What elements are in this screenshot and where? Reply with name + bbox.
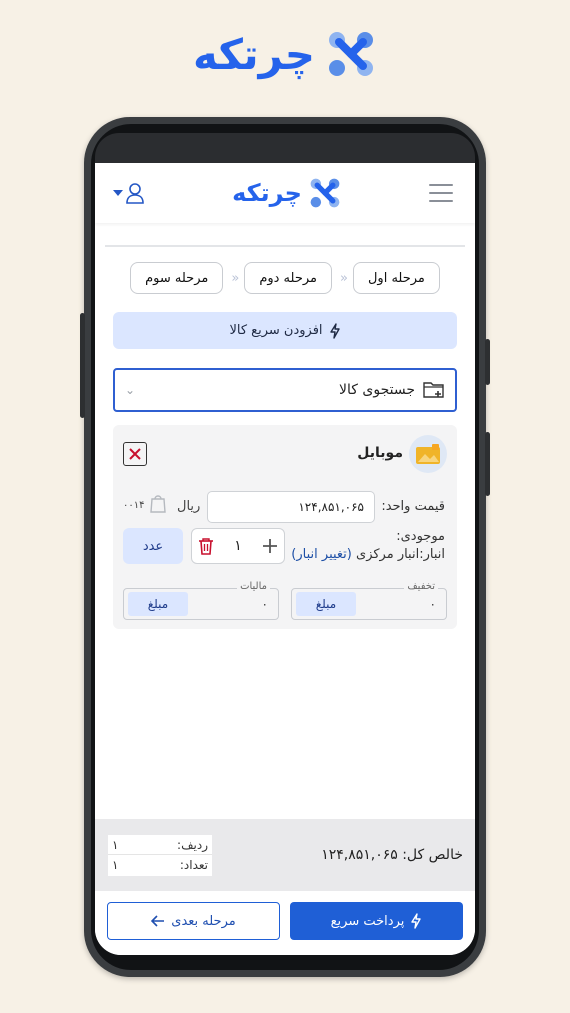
chevron-left-icon: « bbox=[231, 270, 239, 286]
next-step-button[interactable]: مرحله بعدی bbox=[107, 902, 280, 940]
quick-add-label: افزودن سریع کالا bbox=[229, 323, 323, 338]
add-folder-icon bbox=[423, 382, 444, 398]
header-logo: چرتکه bbox=[232, 176, 342, 210]
invoice-summary: خالص کل: ۱۲۴,۸۵۱,۰۶۵ ردیف: ۱ تعداد: ۱ bbox=[95, 819, 475, 891]
side-button-left bbox=[80, 313, 85, 418]
warehouse-info: انبار:انبار مرکزی (تغییر انبار) bbox=[291, 547, 445, 562]
lightning-icon bbox=[411, 913, 422, 929]
bottom-actions: پرداخت سریع مرحله بعدی bbox=[95, 891, 475, 955]
discount-type-button[interactable]: مبلغ bbox=[296, 592, 356, 616]
step-2-button[interactable]: مرحله دوم bbox=[244, 262, 333, 294]
chevron-down-icon[interactable]: ⌄ bbox=[125, 383, 135, 397]
header-divider bbox=[105, 245, 465, 247]
quantity-stepper: ۱ bbox=[191, 528, 285, 564]
lightning-icon bbox=[329, 322, 340, 339]
tax-type-button[interactable]: مبلغ bbox=[128, 592, 188, 616]
user-icon bbox=[126, 183, 144, 204]
trash-icon[interactable] bbox=[198, 537, 214, 555]
shopping-bag-icon bbox=[149, 493, 167, 517]
rows-label: ردیف: bbox=[177, 837, 208, 852]
count-label: تعداد: bbox=[179, 858, 208, 872]
brand-logo: چرتکه bbox=[0, 22, 570, 86]
unit-price-input[interactable]: ۱۲۴,۸۵۱,۰۶۵ bbox=[207, 491, 375, 523]
net-total: خالص کل: ۱۲۴,۸۵۱,۰۶۵ bbox=[321, 847, 463, 863]
stepper: مرحله اول « مرحله دوم « مرحله سوم bbox=[95, 261, 475, 295]
warehouse-name: انبار مرکزی bbox=[356, 547, 420, 562]
quick-add-button[interactable]: افزودن سریع کالا bbox=[113, 312, 457, 349]
header-logo-text: چرتکه bbox=[232, 179, 302, 207]
close-icon bbox=[129, 448, 141, 460]
brand-mark-icon bbox=[329, 32, 374, 76]
tax-legend: مالیات bbox=[237, 581, 270, 592]
quick-pay-button[interactable]: پرداخت سریع bbox=[290, 902, 463, 940]
tax-value: ۰ bbox=[261, 597, 268, 611]
discount-field[interactable]: تخفیف ۰ مبلغ bbox=[291, 581, 447, 620]
currency-label: ریال bbox=[177, 499, 201, 514]
net-total-value: ۱۲۴,۸۵۱,۰۶۵ bbox=[321, 847, 398, 863]
plus-icon[interactable] bbox=[262, 538, 278, 554]
step-3-button[interactable]: مرحله سوم bbox=[130, 262, 224, 294]
caret-down-icon bbox=[113, 190, 123, 196]
app-screen: چرتکه مرحله اول « مرحله دوم « مرحله سوم bbox=[95, 163, 475, 955]
side-button-right-bottom bbox=[485, 432, 490, 496]
quantity-value[interactable]: ۱ bbox=[234, 538, 242, 554]
arrow-left-icon bbox=[151, 915, 165, 927]
step-1-button[interactable]: مرحله اول bbox=[352, 262, 440, 294]
product-card: موبایل قیمت واحد: ۱۲۴,۸۵۱,۰۶۵ ریال ۰۰۱۴ … bbox=[113, 425, 457, 629]
status-bar bbox=[95, 133, 475, 163]
unit-select-button[interactable]: عدد bbox=[123, 528, 183, 564]
tax-field[interactable]: مالیات ۰ مبلغ bbox=[123, 581, 279, 620]
unit-price-label: قیمت واحد: bbox=[381, 499, 445, 514]
header-logo-mark-icon bbox=[310, 178, 340, 208]
app-header: چرتکه bbox=[95, 163, 475, 223]
summary-counts: ردیف: ۱ تعداد: ۱ bbox=[108, 835, 212, 876]
product-name: موبایل bbox=[357, 445, 403, 461]
product-image-icon bbox=[409, 435, 447, 473]
warehouse-label: انبار: bbox=[419, 547, 445, 562]
brand-name: چرتکه bbox=[192, 29, 316, 79]
discount-value: ۰ bbox=[429, 597, 436, 611]
net-total-label: خالص کل: bbox=[402, 847, 463, 863]
discount-legend: تخفیف bbox=[404, 581, 438, 592]
rows-value: ۱ bbox=[112, 837, 119, 852]
count-value: ۱ bbox=[112, 858, 119, 872]
chevron-left-icon: « bbox=[340, 270, 348, 286]
user-menu[interactable] bbox=[113, 182, 145, 204]
product-code: ۰۰۱۴ bbox=[123, 500, 145, 511]
next-step-label: مرحله بعدی bbox=[171, 913, 236, 929]
remove-product-button[interactable] bbox=[123, 442, 147, 466]
stock-label: موجودی: bbox=[396, 529, 445, 544]
side-button-right-top bbox=[485, 339, 490, 385]
product-search-input[interactable]: جستجوی کالا ⌄ bbox=[113, 368, 457, 412]
change-warehouse-link[interactable]: (تغییر انبار) bbox=[291, 547, 352, 562]
quick-pay-label: پرداخت سریع bbox=[330, 913, 405, 929]
search-placeholder: جستجوی کالا bbox=[339, 382, 415, 398]
menu-icon[interactable] bbox=[429, 184, 453, 202]
